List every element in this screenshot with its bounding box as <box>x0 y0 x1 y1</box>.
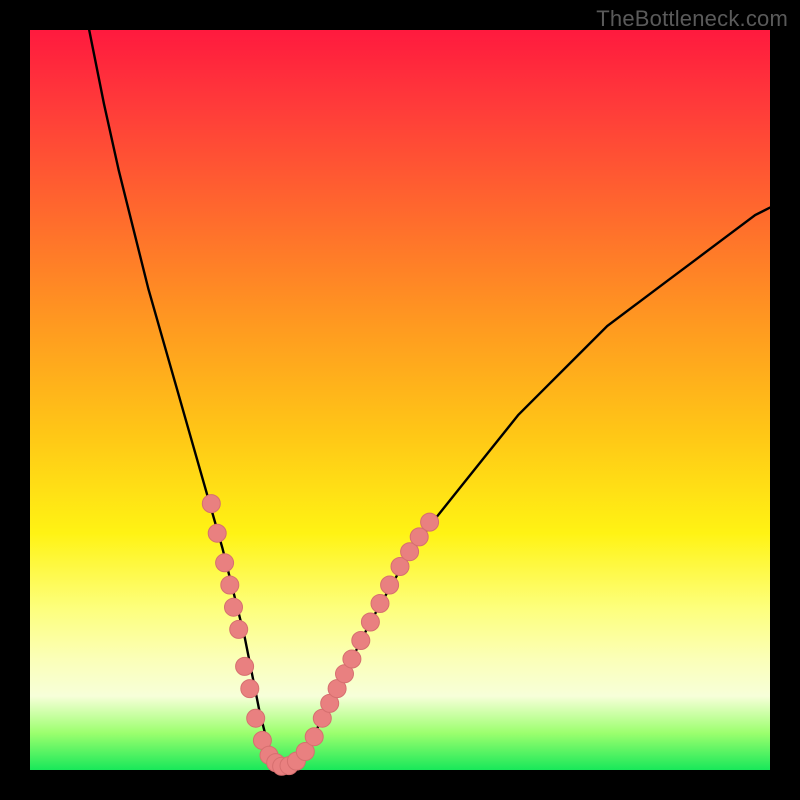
marker-point <box>343 650 361 668</box>
marker-point <box>361 613 379 631</box>
marker-point <box>421 513 439 531</box>
watermark-text: TheBottleneck.com <box>596 6 788 32</box>
marker-point <box>221 576 239 594</box>
marker-point <box>216 554 234 572</box>
marker-point <box>247 709 265 727</box>
marker-point <box>371 595 389 613</box>
plot-area <box>30 30 770 770</box>
marker-point <box>241 680 259 698</box>
marker-point <box>208 524 226 542</box>
chart-frame: TheBottleneck.com <box>0 0 800 800</box>
marker-point <box>230 620 248 638</box>
marker-group <box>202 495 438 776</box>
marker-point <box>352 632 370 650</box>
marker-point <box>381 576 399 594</box>
curve-svg <box>30 30 770 770</box>
marker-point <box>202 495 220 513</box>
bottleneck-curve <box>89 30 770 766</box>
marker-point <box>236 657 254 675</box>
marker-point <box>305 728 323 746</box>
marker-point <box>225 598 243 616</box>
